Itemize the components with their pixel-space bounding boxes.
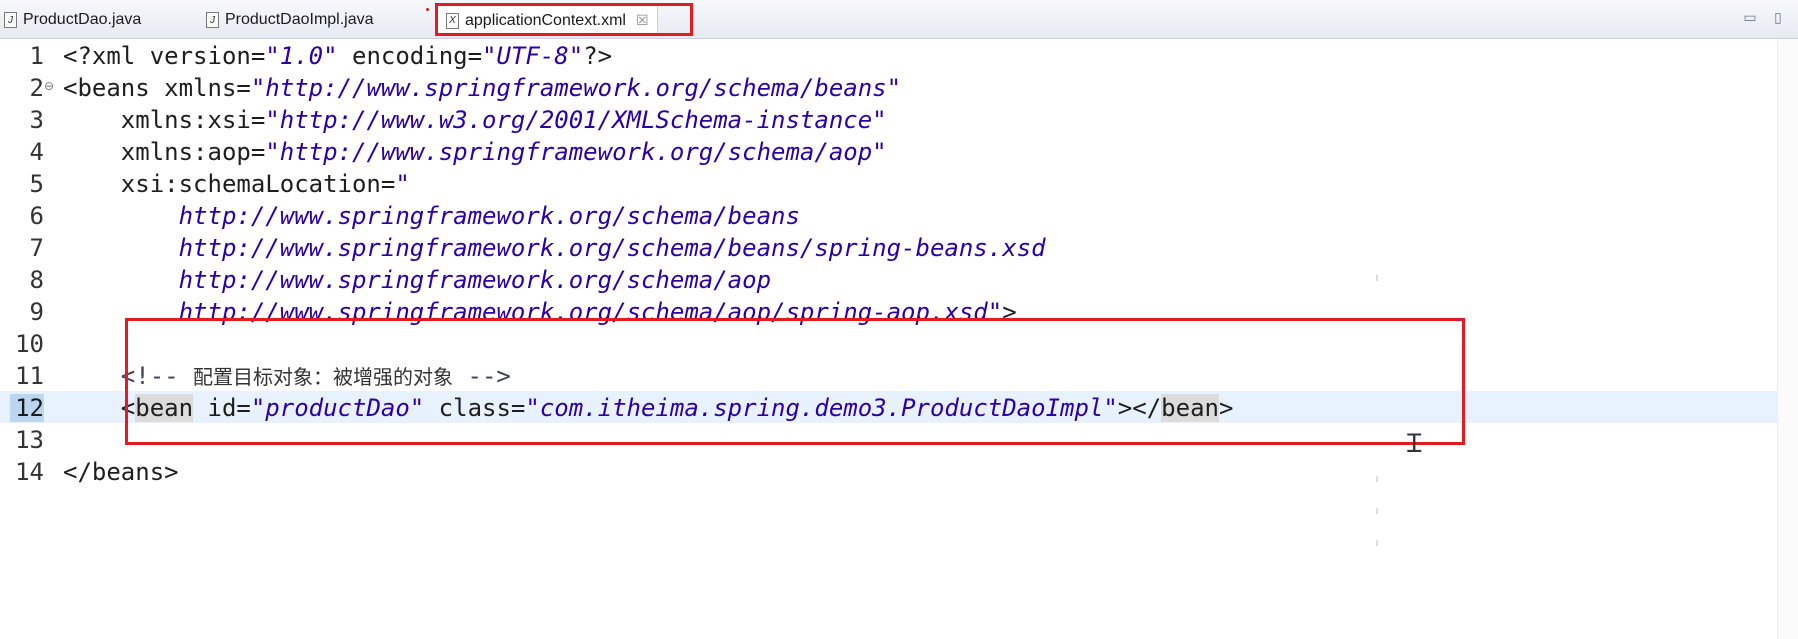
maximize-icon[interactable]: ▯ <box>1767 8 1789 26</box>
unsaved-indicator-icon <box>426 8 429 11</box>
tab-label: ProductDaoImpl.java <box>225 11 374 28</box>
code-text: <beans xmlns="http://www.springframework… <box>63 74 902 102</box>
code-line-6: 6 http://www.springframework.org/schema/… <box>0 199 1798 231</box>
code-text: http://www.springframework.org/schema/be… <box>63 202 800 230</box>
code-text: xsi:schemaLocation=" <box>63 170 410 198</box>
line-number: 1 <box>29 42 44 70</box>
fold-toggle-icon[interactable]: ⊖ <box>44 79 54 93</box>
code-highlight-box <box>125 318 1465 445</box>
line-number: 5 <box>29 170 44 198</box>
code-line-8: 8 http://www.springframework.org/schema/… <box>0 263 1798 295</box>
code-text: http://www.springframework.org/schema/be… <box>63 234 1046 262</box>
line-number: 8 <box>29 266 44 294</box>
minimize-icon[interactable]: ▭ <box>1739 8 1761 26</box>
line-number: 7 <box>29 234 44 262</box>
java-file-icon: J <box>4 12 17 28</box>
code-line-5: 5 xsi:schemaLocation=" <box>0 167 1798 199</box>
code-text: xmlns:xsi="http://www.w3.org/2001/XMLSch… <box>63 106 887 134</box>
tab-productdaoimpl-java[interactable]: J ProductDaoImpl.java <box>206 6 374 34</box>
editor-tab-bar: J ProductDao.java J ProductDaoImpl.java … <box>0 0 1798 39</box>
line-number: 10 <box>15 330 44 358</box>
code-line-1: 1 <?xml version="1.0" encoding="UTF-8"?> <box>0 39 1798 71</box>
text-cursor-icon: Ɪ <box>1407 429 1422 459</box>
code-line-4: 4 xmlns:aop="http://www.springframework.… <box>0 135 1798 167</box>
line-number: 2 <box>29 74 44 102</box>
line-number: 11 <box>15 362 44 390</box>
vertical-scrollbar[interactable] <box>1777 39 1798 639</box>
tab-label: ProductDao.java <box>23 11 142 28</box>
line-number: 3 <box>29 106 44 134</box>
code-text: xmlns:aop="http://www.springframework.or… <box>63 138 887 166</box>
line-number: 13 <box>15 426 44 454</box>
code-line-3: 3 xmlns:xsi="http://www.w3.org/2001/XMLS… <box>0 103 1798 135</box>
tab-productdao-java[interactable]: J ProductDao.java <box>4 6 141 34</box>
line-number: 12 <box>10 394 44 422</box>
line-number: 9 <box>29 298 44 326</box>
code-text: http://www.springframework.org/schema/ao… <box>63 266 772 294</box>
artifact-mark <box>1376 540 1378 546</box>
artifact-mark <box>1376 508 1378 514</box>
code-line-7: 7 http://www.springframework.org/schema/… <box>0 231 1798 263</box>
artifact-mark <box>1376 476 1378 482</box>
line-number: 6 <box>29 202 44 230</box>
java-file-icon: J <box>206 12 219 28</box>
code-text: <?xml version="1.0" encoding="UTF-8"?> <box>63 42 613 70</box>
code-line-2: 2 ⊖ <beans xmlns="http://www.springframe… <box>0 71 1798 103</box>
artifact-mark <box>1376 275 1378 281</box>
code-line-14: 14 </beans> <box>0 455 1798 487</box>
line-number: 4 <box>29 138 44 166</box>
tab-highlight-box <box>435 3 693 36</box>
line-number: 14 <box>15 458 44 486</box>
code-text: </beans> <box>63 458 179 486</box>
